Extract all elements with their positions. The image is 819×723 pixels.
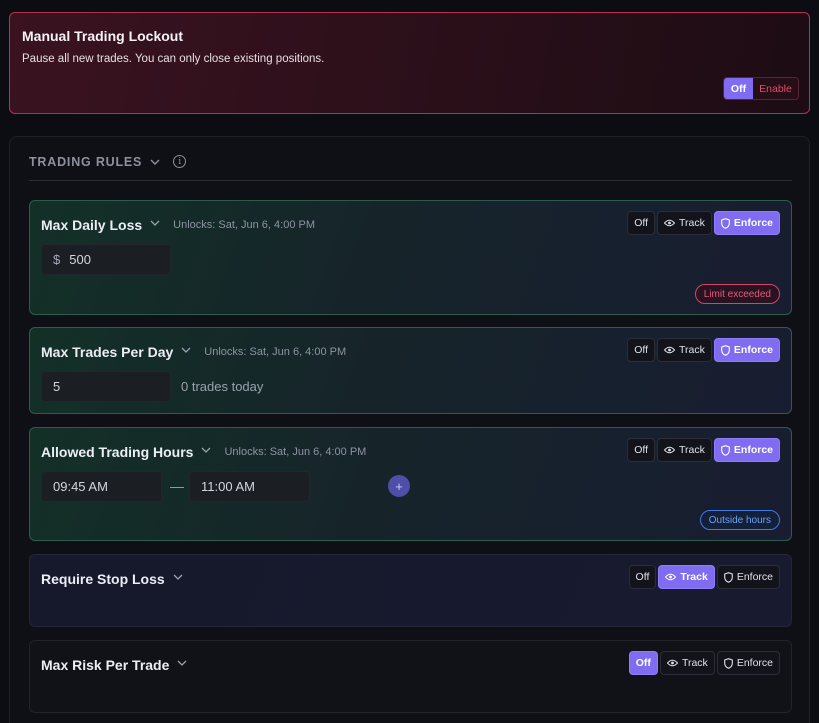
mode-off-button[interactable]: Off	[627, 211, 656, 235]
trading-rules-panel: TRADING RULES i Max Daily Loss Unlocks: …	[9, 136, 810, 723]
eye-icon	[665, 573, 677, 581]
info-icon[interactable]: i	[173, 155, 187, 168]
add-time-range-button[interactable]: +	[388, 475, 410, 497]
unlocks-text: Unlocks: Sat, Jun 6, 4:00 PM	[204, 346, 347, 358]
mode-enforce-button[interactable]: Enforce	[713, 211, 780, 235]
rule-mode-selector[interactable]: Off Track Enforce	[627, 211, 780, 235]
mode-off-button[interactable]: Off	[628, 565, 657, 589]
mode-track-button[interactable]: Track	[658, 565, 715, 589]
mode-off-button[interactable]: Off	[628, 651, 658, 675]
currency-symbol: $	[53, 252, 61, 267]
rule-mode-selector[interactable]: Off Track Enforce	[627, 338, 780, 362]
eye-icon	[664, 446, 676, 454]
end-time-input[interactable]: 11:00 AM	[189, 471, 310, 502]
mode-enforce-button[interactable]: Enforce	[713, 438, 780, 462]
field-value: 09:45 AM	[53, 479, 108, 494]
chevron-down-icon[interactable]	[200, 443, 212, 461]
lockout-off-button[interactable]: Off	[724, 78, 753, 99]
rule-name: Max Daily Loss	[41, 217, 143, 233]
rule-max-risk-per-trade: Max Risk Per Trade Off Track Enforce	[29, 640, 792, 713]
mode-off-button[interactable]: Off	[627, 338, 656, 362]
lockout-title: Manual Trading Lockout	[22, 28, 184, 44]
chevron-down-icon[interactable]	[176, 656, 188, 674]
rule-max-daily-loss: Max Daily Loss Unlocks: Sat, Jun 6, 4:00…	[29, 200, 792, 315]
outside-hours-badge: Outside hours	[699, 510, 780, 530]
unlocks-text: Unlocks: Sat, Jun 6, 4:00 PM	[173, 219, 316, 231]
rule-mode-selector[interactable]: Off Track Enforce	[628, 565, 780, 589]
shield-icon	[721, 344, 730, 356]
shield-icon	[721, 217, 730, 229]
rule-name: Allowed Trading Hours	[41, 444, 194, 460]
chevron-down-icon[interactable]	[149, 216, 161, 234]
rule-mode-selector[interactable]: Off Track Enforce	[628, 651, 780, 675]
rule-mode-selector[interactable]: Off Track Enforce	[627, 438, 780, 462]
mode-track-button[interactable]: Track	[657, 211, 712, 235]
mode-enforce-button[interactable]: Enforce	[716, 651, 780, 675]
max-trades-input[interactable]: 5	[41, 371, 171, 402]
mode-off-button[interactable]: Off	[627, 438, 656, 462]
field-value: 5	[53, 379, 61, 394]
mode-enforce-button[interactable]: Enforce	[713, 338, 780, 362]
field-value: 11:00 AM	[201, 479, 255, 494]
rule-name: Require Stop Loss	[41, 571, 165, 587]
eye-icon	[666, 659, 678, 667]
shield-icon	[721, 444, 730, 456]
lockout-description: Pause all new trades. You can only close…	[22, 53, 325, 65]
trades-today-text: 0 trades today	[181, 379, 264, 394]
mode-enforce-button[interactable]: Enforce	[716, 565, 780, 589]
shield-icon	[723, 571, 733, 583]
manual-lockout-card: Manual Trading Lockout Pause all new tra…	[9, 12, 810, 114]
lockout-toggle[interactable]: Off Enable	[723, 77, 799, 100]
eye-icon	[664, 346, 676, 354]
limit-exceeded-badge: Limit exceeded	[694, 284, 780, 304]
mode-track-button[interactable]: Track	[659, 651, 715, 675]
rule-allowed-trading-hours: Allowed Trading Hours Unlocks: Sat, Jun …	[29, 427, 792, 541]
eye-icon	[664, 219, 676, 227]
lockout-enable-button[interactable]: Enable	[753, 78, 798, 99]
rule-require-stop-loss: Require Stop Loss Off Track Enforce	[29, 554, 792, 627]
chevron-down-icon[interactable]	[180, 343, 192, 361]
max-daily-loss-input[interactable]: $ 500	[41, 244, 171, 275]
time-range-separator: —	[170, 478, 184, 494]
chevron-down-icon[interactable]	[149, 155, 161, 173]
field-value: 500	[69, 252, 91, 267]
mode-track-button[interactable]: Track	[657, 438, 712, 462]
unlocks-text: Unlocks: Sat, Jun 6, 4:00 PM	[224, 446, 367, 458]
rule-name: Max Risk Per Trade	[41, 657, 170, 673]
mode-track-button[interactable]: Track	[657, 338, 712, 362]
shield-icon	[723, 657, 733, 669]
start-time-input[interactable]: 09:45 AM	[41, 471, 162, 502]
rule-max-trades-per-day: Max Trades Per Day Unlocks: Sat, Jun 6, …	[29, 327, 792, 414]
trading-rules-title: TRADING RULES	[29, 155, 143, 169]
rule-name: Max Trades Per Day	[41, 344, 174, 360]
chevron-down-icon[interactable]	[172, 570, 184, 588]
trading-rules-header[interactable]: TRADING RULES i	[29, 155, 792, 181]
